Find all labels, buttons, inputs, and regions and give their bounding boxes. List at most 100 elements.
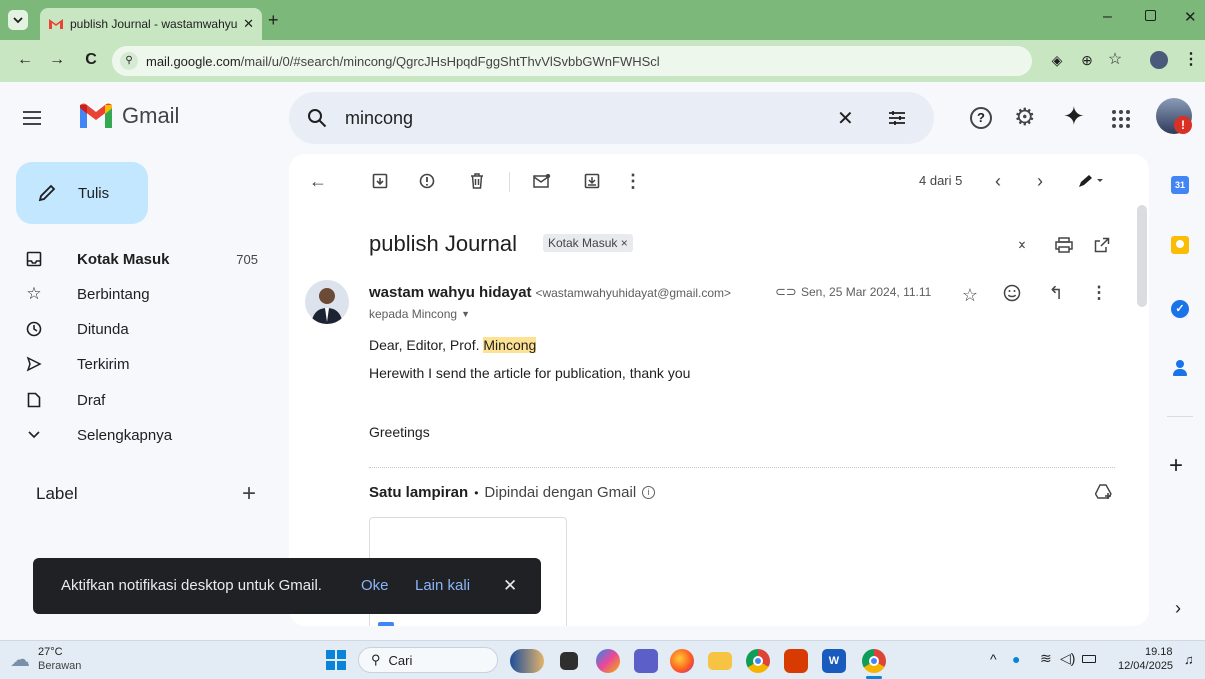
open-new-window-icon[interactable] [1091, 234, 1113, 256]
sidebar-item-inbox[interactable]: Kotak Masuk 705 [0, 242, 282, 276]
move-to-icon[interactable] [581, 170, 603, 192]
volume-icon[interactable]: ◁) [1060, 650, 1075, 667]
print-icon[interactable] [1053, 234, 1075, 256]
close-tab-icon[interactable]: ✕ [243, 16, 254, 32]
keep-icon[interactable] [1171, 236, 1189, 254]
reply-icon[interactable]: ↰ [1045, 282, 1067, 304]
address-bar[interactable]: ⚲ mail.google.com/mail/u/0/#search/minco… [112, 46, 1032, 76]
collapse-all-icon[interactable]: ⌄ ⌃ [1011, 232, 1033, 258]
snackbar-ok-button[interactable]: Oke [361, 577, 389, 594]
attachment-header: Satu lampiran • Dipindai dengan Gmail i [369, 484, 656, 501]
tasks-icon[interactable]: ✓ [1171, 300, 1189, 318]
delete-icon[interactable] [466, 170, 488, 192]
report-spam-icon[interactable] [416, 170, 438, 192]
main-menu-icon[interactable] [23, 111, 41, 125]
compose-button[interactable]: Tulis [16, 162, 148, 224]
apps-grid-icon[interactable] [1112, 110, 1130, 128]
sender-name[interactable]: wastam wahyu hidayat [369, 284, 532, 301]
browser-menu-icon[interactable]: ⋮ [1180, 50, 1202, 70]
prev-message-icon[interactable]: ‹ [987, 170, 1009, 192]
restore-icon[interactable] [1145, 10, 1156, 21]
doc-type-icon [378, 622, 394, 626]
tray-chevron-up-icon[interactable]: ^ [990, 651, 997, 667]
show-side-panel-icon[interactable]: › [1175, 598, 1181, 619]
close-window-icon[interactable]: ✕ [1184, 8, 1197, 26]
search-input[interactable]: mincong [345, 108, 413, 129]
sidebar-item-drafts[interactable]: Draf [0, 383, 282, 417]
weather-desc: Berawan [38, 660, 82, 672]
clock-date[interactable]: 12/04/2025 [1118, 660, 1173, 672]
widgets-icon[interactable] [510, 649, 544, 673]
weather-icon[interactable]: ☁ [10, 647, 30, 672]
copilot-icon[interactable] [596, 649, 620, 673]
sidebar-item-more[interactable]: Selengkapnya [0, 418, 282, 452]
battery-icon[interactable] [1082, 655, 1096, 663]
back-arrow-icon[interactable]: ← [307, 170, 329, 192]
sender-avatar[interactable] [305, 280, 349, 324]
eye-tracking-icon[interactable]: ◈ [1046, 50, 1068, 70]
next-message-icon[interactable]: › [1029, 170, 1051, 192]
chrome-active-icon[interactable] [862, 649, 886, 673]
input-tools-icon[interactable] [1071, 170, 1111, 192]
search-bar[interactable]: mincong ✕ [289, 92, 934, 144]
get-addons-icon[interactable]: + [1169, 452, 1183, 480]
minimize-icon[interactable]: – [1103, 8, 1112, 26]
file-explorer-icon[interactable] [708, 652, 732, 670]
office-icon[interactable] [784, 649, 808, 673]
zoom-icon[interactable]: ⊕ [1076, 50, 1098, 70]
chrome-icon[interactable] [746, 649, 770, 673]
sidebar-item-starred[interactable]: ☆ Berbintang [0, 277, 282, 311]
inbox-icon [24, 249, 44, 269]
star-message-icon[interactable]: ☆ [959, 284, 981, 306]
url-host: mail.google.com [146, 53, 241, 69]
help-icon[interactable]: ? [970, 107, 992, 129]
mark-unread-icon[interactable] [531, 170, 553, 192]
search-options-icon[interactable] [887, 108, 907, 128]
calendar-icon[interactable]: 31 [1171, 176, 1189, 194]
tray-app-icon[interactable]: ● [1012, 651, 1020, 667]
settings-gear-icon[interactable]: ⚙ [1014, 103, 1036, 132]
more-actions-icon[interactable]: ⋮ [623, 170, 643, 192]
clear-search-icon[interactable]: ✕ [837, 106, 854, 131]
sidebar-item-snoozed[interactable]: Ditunda [0, 312, 282, 346]
gmail-logo[interactable]: Gmail [78, 102, 179, 130]
browser-tab[interactable]: publish Journal - wastamwahyu ✕ [40, 8, 262, 40]
notification-bell-icon[interactable]: ♫ [1184, 652, 1194, 667]
profile-avatar-small[interactable] [1150, 51, 1168, 69]
add-to-drive-icon[interactable] [1093, 480, 1115, 502]
contacts-icon[interactable] [1173, 360, 1187, 376]
bookmark-star-icon[interactable]: ☆ [1104, 50, 1126, 70]
gemini-spark-icon[interactable]: ✦ [1063, 101, 1085, 132]
sidebar-item-label: Terkirim [77, 355, 130, 373]
scrollbar-thumb[interactable] [1137, 205, 1147, 307]
forward-icon[interactable]: → [46, 50, 68, 70]
snackbar-close-icon[interactable]: ✕ [503, 576, 517, 596]
wifi-icon[interactable]: ≋ [1040, 650, 1052, 667]
reload-icon[interactable]: C [80, 50, 102, 70]
firefox-icon[interactable] [670, 649, 694, 673]
label-chip[interactable]: Kotak Masuk × [543, 234, 633, 252]
new-tab-icon[interactable]: + [268, 10, 279, 31]
recipient-line[interactable]: kepada Mincong ▼ [369, 307, 470, 321]
attachment-count: Satu lampiran [369, 484, 469, 501]
snackbar-later-button[interactable]: Lain kali [415, 577, 470, 594]
message-more-icon[interactable]: ⋮ [1089, 282, 1109, 304]
sidebar-item-sent[interactable]: Terkirim [0, 347, 282, 381]
start-windows-icon[interactable] [326, 650, 346, 670]
archive-icon[interactable] [369, 170, 391, 192]
emoji-reaction-icon[interactable] [1001, 282, 1023, 304]
word-icon[interactable]: W [822, 649, 846, 673]
teams-icon[interactable] [634, 649, 658, 673]
info-icon[interactable]: i [642, 486, 656, 499]
add-label-icon[interactable]: + [242, 480, 256, 508]
back-icon[interactable]: ← [14, 50, 36, 70]
sidebar-item-label: Ditunda [77, 320, 129, 338]
send-icon [24, 354, 44, 374]
search-icon[interactable] [307, 108, 327, 128]
task-view-icon[interactable] [560, 652, 578, 670]
clock-time[interactable]: 19.18 [1145, 646, 1173, 658]
taskbar-search[interactable]: ⚲ Cari [358, 647, 498, 673]
account-avatar[interactable]: ! [1156, 98, 1192, 134]
tab-list-button[interactable] [8, 10, 28, 30]
site-info-icon[interactable]: ⚲ [120, 52, 138, 70]
